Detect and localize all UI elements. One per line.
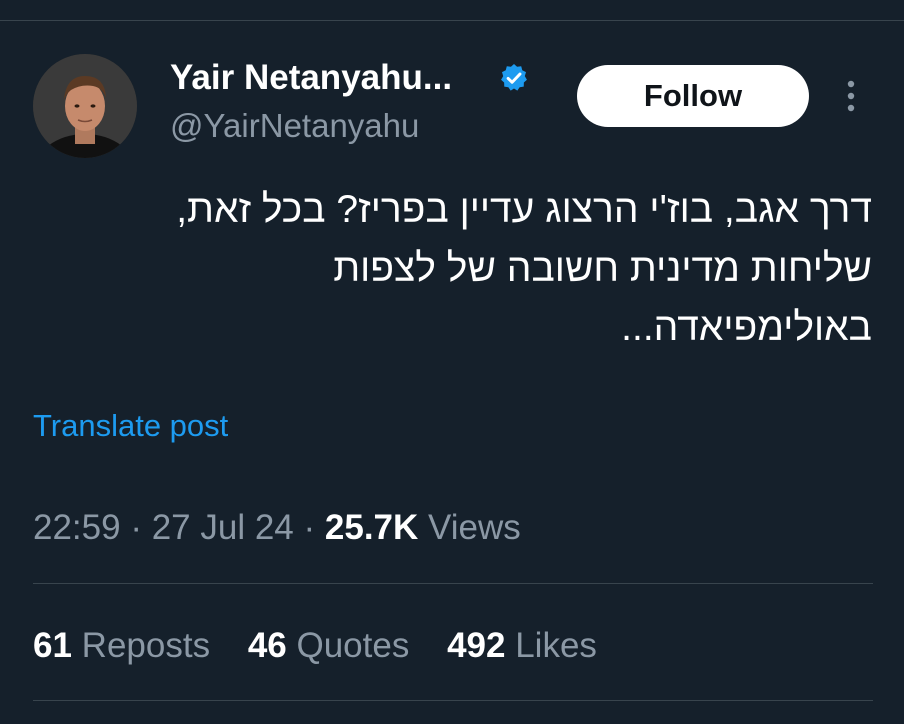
tweet-meta: 22:59 · 27 Jul 24 · 25.7K Views xyxy=(33,506,521,550)
quotes-count: 46 xyxy=(247,626,287,665)
quotes-label: Quotes xyxy=(296,626,410,665)
avatar[interactable] xyxy=(33,54,137,158)
user-handle[interactable]: @YairNetanyahu xyxy=(170,106,419,146)
avatar-image xyxy=(33,54,137,158)
verified-badge-icon xyxy=(501,64,527,91)
meta-separator: · xyxy=(130,508,142,547)
engagement-stats: 61 Reposts 46 Quotes 492 Likes xyxy=(33,624,625,668)
tweet-time[interactable]: 22:59 xyxy=(33,508,121,547)
reposts-count: 61 xyxy=(33,626,72,665)
reposts-stat[interactable]: 61 Reposts xyxy=(33,626,210,665)
top-divider xyxy=(0,20,904,21)
more-options-icon[interactable] xyxy=(836,78,866,114)
stats-divider-top xyxy=(33,583,873,584)
views-label: Views xyxy=(428,508,521,547)
translate-post-link[interactable]: Translate post xyxy=(33,406,228,446)
tweet-date[interactable]: 27 Jul 24 xyxy=(152,508,294,547)
likes-label: Likes xyxy=(515,626,597,665)
quotes-stat[interactable]: 46 Quotes xyxy=(248,626,410,665)
views-count: 25.7K xyxy=(324,508,419,547)
stats-divider-bottom xyxy=(33,700,873,701)
tweet-page: Yair Netanyahu... @YairNetanyahu Follow … xyxy=(0,0,904,724)
reposts-label: Reposts xyxy=(81,626,211,665)
follow-button[interactable]: Follow xyxy=(577,65,809,127)
likes-count: 492 xyxy=(447,626,506,665)
tweet-text: דרך אגב, בוז'י הרצוג עדיין בפריז? בכל זא… xyxy=(176,188,872,349)
display-name[interactable]: Yair Netanyahu... xyxy=(170,58,452,98)
meta-separator: · xyxy=(303,508,316,547)
likes-stat[interactable]: 492 Likes xyxy=(447,626,597,665)
